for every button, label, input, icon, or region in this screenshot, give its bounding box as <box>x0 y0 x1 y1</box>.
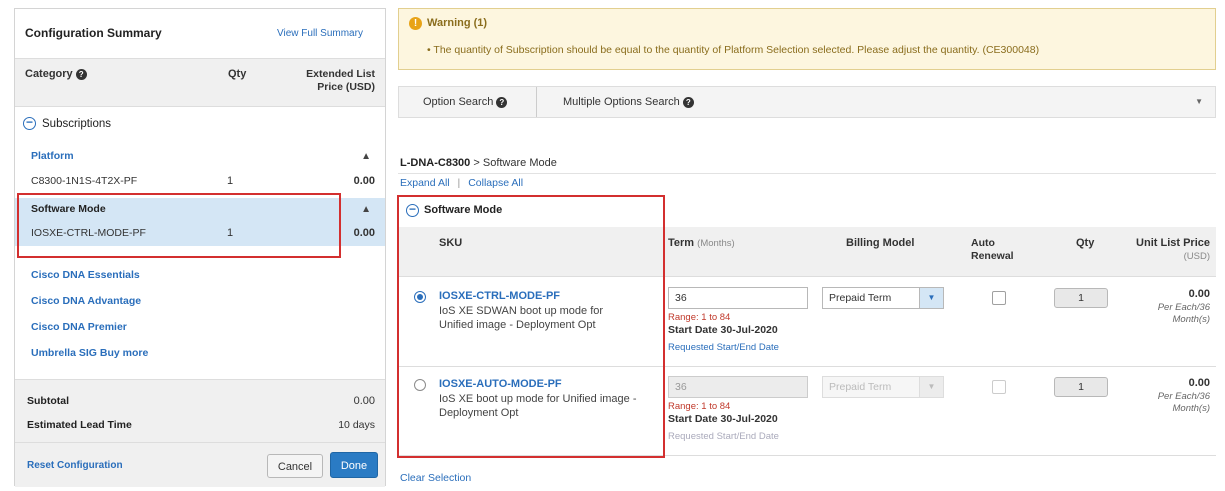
summary-link-umbrella-sig[interactable]: Umbrella SIG Buy more <box>15 343 385 365</box>
dna-essentials-link[interactable]: Cisco DNA Essentials <box>31 269 140 281</box>
requested-date-link[interactable]: Requested Start/End Date <box>668 431 779 442</box>
category-column-header: Category? <box>25 68 87 80</box>
term-range: Range: 1 to 84 <box>668 312 731 323</box>
collapse-icon[interactable]: − <box>23 116 36 130</box>
breadcrumb-current: Software Mode <box>482 157 557 169</box>
subscriptions-label: Subscriptions <box>42 118 112 130</box>
platform-link[interactable]: Platform <box>31 150 74 162</box>
requested-date-link[interactable]: Requested Start/End Date <box>668 342 779 353</box>
help-icon[interactable]: ? <box>496 96 508 108</box>
breadcrumb-separator: > <box>473 157 480 169</box>
expand-collapse-controls: Expand All | Collapse All <box>400 177 523 189</box>
extended-price-column-header: Extended List Price (USD) <box>306 68 375 93</box>
billing-model-value: Prepaid Term <box>829 292 892 304</box>
term-range: Range: 1 to 84 <box>668 401 731 412</box>
auto-renewal-column-header: Auto Renewal <box>971 237 1014 262</box>
clear-selection-link[interactable]: Clear Selection <box>400 472 471 484</box>
footer-divider <box>15 442 385 443</box>
platform-sku: C8300-1N1S-4T2X-PF <box>31 175 138 187</box>
dna-premier-link[interactable]: Cisco DNA Premier <box>31 321 127 333</box>
unit-price: 0.00 <box>1188 377 1210 389</box>
unit-list-price-column-header: Unit List Price (USD) <box>1136 237 1210 262</box>
tab-option-search[interactable]: Option Search? <box>423 87 508 117</box>
unit-price-detail: Per Each/36 Month(s) <box>1157 391 1210 414</box>
warning-title: Warning (1) <box>427 17 488 29</box>
lead-time-label: Estimated Lead Time <box>27 419 132 431</box>
view-full-summary-link[interactable]: View Full Summary <box>277 28 363 39</box>
tab-multiple-options-search[interactable]: Multiple Options Search? <box>563 87 694 117</box>
summary-item-platform-sku: C8300-1N1S-4T2X-PF 1 0.00 <box>15 171 385 193</box>
summary-header: Configuration Summary View Full Summary <box>15 9 385 59</box>
summary-link-dna-premier[interactable]: Cisco DNA Premier <box>15 317 385 339</box>
umbrella-sig-link[interactable]: Umbrella SIG Buy more <box>31 347 148 359</box>
summary-footer: Subtotal 0.00 Estimated Lead Time 10 day… <box>15 379 385 487</box>
warning-message: • The quantity of Subscription should be… <box>427 44 1040 56</box>
subscriptions-group[interactable]: − Subscriptions <box>15 113 385 137</box>
search-bar: Option Search? Multiple Options Search? … <box>398 86 1216 118</box>
highlight-box-summary <box>17 193 341 258</box>
billing-model-column-header: Billing Model <box>846 237 915 249</box>
qty-column-header: Qty <box>228 68 247 80</box>
subtotal-label: Subtotal <box>27 395 69 407</box>
billing-model-value: Prepaid Term <box>829 381 892 393</box>
collapse-all-link[interactable]: Collapse All <box>468 177 523 189</box>
auto-renewal-checkbox[interactable] <box>992 380 1006 394</box>
unit-price: 0.00 <box>1188 288 1210 300</box>
category-header: Category? Qty Extended List Price (USD) <box>15 59 385 107</box>
breadcrumb: L-DNA-C8300 > Software Mode <box>400 157 557 169</box>
subtotal-value: 0.00 <box>353 395 375 407</box>
chevron-down-icon[interactable]: ▼ <box>919 377 943 397</box>
warning-icon: ! <box>409 17 422 30</box>
term-input[interactable]: 36 <box>668 287 808 309</box>
done-button[interactable]: Done <box>330 452 378 478</box>
qty-input[interactable]: 1 <box>1054 377 1108 397</box>
chevron-down-icon[interactable]: ▼ <box>919 288 943 308</box>
chevron-up-icon[interactable]: ▲ <box>361 204 371 215</box>
tab-divider <box>536 87 537 117</box>
highlight-box-section <box>397 195 665 458</box>
lead-time-value: 10 days <box>338 419 375 431</box>
breadcrumb-divider <box>398 173 1216 174</box>
help-icon[interactable]: ? <box>75 68 87 80</box>
cancel-button[interactable]: Cancel <box>267 454 323 478</box>
expand-all-link[interactable]: Expand All <box>400 177 450 189</box>
billing-model-select[interactable]: Prepaid Term ▼ <box>822 287 944 309</box>
warning-banner: ! Warning (1) • The quantity of Subscrip… <box>398 8 1216 70</box>
platform-qty: 1 <box>227 175 234 187</box>
breadcrumb-parent[interactable]: L-DNA-C8300 <box>400 157 470 169</box>
platform-price: 0.00 <box>353 175 375 187</box>
qty-column-header: Qty <box>1076 237 1095 249</box>
term-input[interactable]: 36 <box>668 376 808 398</box>
chevron-down-icon[interactable]: ▼ <box>1195 97 1203 106</box>
auto-renewal-checkbox[interactable] <box>992 291 1006 305</box>
summary-item-platform[interactable]: Platform ▲ <box>15 146 385 168</box>
unit-price-detail: Per Each/36 Month(s) <box>1157 302 1210 325</box>
chevron-up-icon[interactable]: ▲ <box>361 151 371 162</box>
summary-link-dna-essentials[interactable]: Cisco DNA Essentials <box>15 265 385 287</box>
link-separator: | <box>457 177 461 189</box>
summary-link-dna-advantage[interactable]: Cisco DNA Advantage <box>15 291 385 313</box>
term-column-header: Term (Months) <box>668 237 735 249</box>
dna-advantage-link[interactable]: Cisco DNA Advantage <box>31 295 141 307</box>
reset-configuration-link[interactable]: Reset Configuration <box>27 460 123 471</box>
help-icon[interactable]: ? <box>682 96 694 108</box>
start-date: Start Date 30-Jul-2020 <box>668 413 778 425</box>
qty-input[interactable]: 1 <box>1054 288 1108 308</box>
start-date: Start Date 30-Jul-2020 <box>668 324 778 336</box>
summary-title: Configuration Summary <box>25 26 162 40</box>
billing-model-select[interactable]: Prepaid Term ▼ <box>822 376 944 398</box>
